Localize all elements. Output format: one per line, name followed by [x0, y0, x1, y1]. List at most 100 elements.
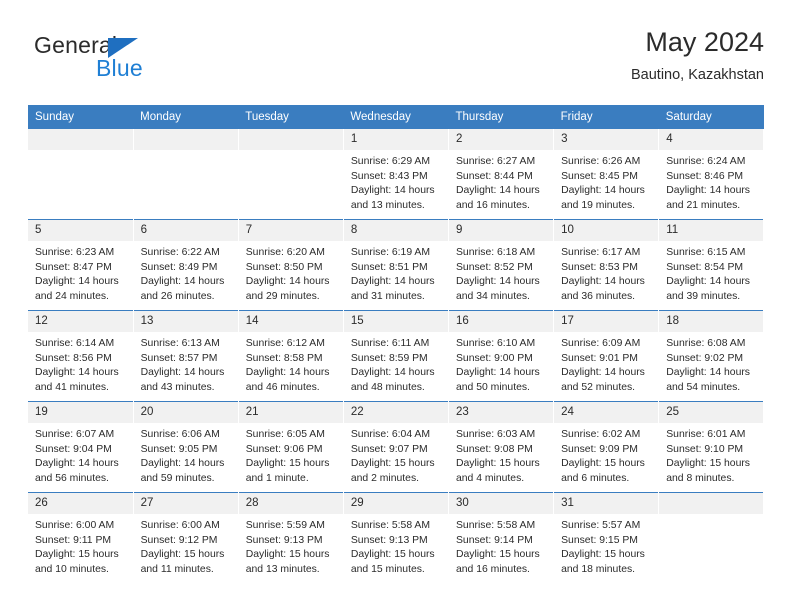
- calendar-day-cell[interactable]: 21 Sunrise: 6:05 AM Sunset: 9:06 PM Dayligh…: [238, 401, 344, 493]
- calendar-day-cell[interactable]: 19 Sunrise: 6:07 AM Sunset: 9:04 PM Dayligh…: [28, 401, 134, 493]
- daylight-text-line2: and 6 minutes.: [561, 472, 630, 484]
- day-number: 22: [343, 402, 448, 423]
- calendar-day-cell-empty: [238, 129, 344, 220]
- calendar-day-cell[interactable]: 14 Sunrise: 6:12 AM Sunset: 8:58 PM Dayligh…: [238, 310, 344, 402]
- page-header: General Blue May 2024 Bautino, Kazakhsta…: [28, 26, 764, 100]
- daylight-text-line1: Daylight: 14 hours: [561, 185, 645, 197]
- sunset-text: Sunset: 9:01 PM: [561, 352, 638, 364]
- sunrise-text: Sunrise: 6:03 AM: [456, 429, 536, 440]
- daylight-text-line1: Daylight: 14 hours: [35, 276, 119, 288]
- calendar-day-cell[interactable]: 23 Sunrise: 6:03 AM Sunset: 9:08 PM Dayligh…: [448, 401, 555, 493]
- day-info: Sunrise: 6:00 AM Sunset: 9:12 PM Daylight:…: [134, 514, 238, 577]
- daylight-text-line1: Daylight: 14 hours: [35, 367, 119, 379]
- sunset-text: Sunset: 8:51 PM: [350, 261, 428, 273]
- calendar-day-cell[interactable]: 7 Sunrise: 6:20 AM Sunset: 8:50 PM Daylight…: [238, 219, 344, 311]
- calendar-day-cell[interactable]: 20 Sunrise: 6:06 AM Sunset: 9:05 PM Dayligh…: [133, 401, 239, 493]
- sunset-text: Sunset: 9:08 PM: [456, 443, 533, 455]
- day-number: 16: [449, 311, 554, 332]
- calendar-day-cell[interactable]: 9 Sunrise: 6:18 AM Sunset: 8:52 PM Daylight…: [448, 219, 555, 311]
- daylight-text-line2: and 4 minutes.: [456, 472, 525, 484]
- calendar-day-cell[interactable]: 8 Sunrise: 6:19 AM Sunset: 8:51 PM Daylight…: [343, 219, 450, 311]
- day-info: Sunrise: 6:11 AM Sunset: 8:59 PM Daylight:…: [344, 332, 448, 395]
- calendar-day-cell[interactable]: 12 Sunrise: 6:14 AM Sunset: 8:56 PM Dayligh…: [28, 310, 134, 402]
- calendar-day-cell[interactable]: 28 Sunrise: 5:59 AM Sunset: 9:13 PM Dayligh…: [238, 492, 344, 583]
- sunrise-text: Sunrise: 6:07 AM: [35, 429, 115, 440]
- day-number: 30: [449, 493, 554, 514]
- calendar-day-cell[interactable]: 31 Sunrise: 5:57 AM Sunset: 9:15 PM Dayligh…: [553, 492, 660, 583]
- daylight-text-line2: and 36 minutes.: [561, 290, 636, 302]
- day-number: 29: [343, 493, 448, 514]
- day-info: Sunrise: 6:06 AM Sunset: 9:05 PM Daylight:…: [134, 423, 238, 486]
- day-info: Sunrise: 6:20 AM Sunset: 8:50 PM Daylight:…: [239, 241, 343, 304]
- calendar-day-cell[interactable]: 17 Sunrise: 6:09 AM Sunset: 9:01 PM Dayligh…: [553, 310, 660, 402]
- day-number: [238, 129, 343, 150]
- day-number: [133, 129, 238, 150]
- day-number: 13: [133, 311, 238, 332]
- calendar-day-cell[interactable]: 29 Sunrise: 5:58 AM Sunset: 9:13 PM Dayligh…: [343, 492, 450, 583]
- sunset-text: Sunset: 8:59 PM: [350, 352, 428, 364]
- daylight-text-line1: Daylight: 14 hours: [456, 276, 540, 288]
- sunrise-text: Sunrise: 6:12 AM: [245, 338, 325, 349]
- sunrise-text: Sunrise: 6:11 AM: [350, 338, 430, 349]
- sunset-text: Sunset: 9:09 PM: [561, 443, 638, 455]
- calendar-day-cell[interactable]: 6 Sunrise: 6:22 AM Sunset: 8:49 PM Daylight…: [133, 219, 239, 311]
- day-info: Sunrise: 6:27 AM Sunset: 8:44 PM Daylight:…: [449, 150, 553, 213]
- calendar-day-cell[interactable]: 22 Sunrise: 6:04 AM Sunset: 9:07 PM Dayligh…: [343, 401, 450, 493]
- day-number: 7: [238, 220, 343, 241]
- daylight-text-line1: Daylight: 14 hours: [140, 367, 225, 379]
- calendar-day-cell[interactable]: 5 Sunrise: 6:23 AM Sunset: 8:47 PM Daylight…: [28, 219, 134, 311]
- daylight-text-line2: and 15 minutes.: [350, 563, 425, 575]
- brand-logo[interactable]: General Blue: [34, 32, 254, 92]
- calendar-day-cell[interactable]: 16 Sunrise: 6:10 AM Sunset: 9:00 PM Dayligh…: [448, 310, 555, 402]
- calendar-day-cell[interactable]: 18 Sunrise: 6:08 AM Sunset: 9:02 PM Dayligh…: [658, 310, 765, 402]
- calendar-day-cell[interactable]: 2 Sunrise: 6:27 AM Sunset: 8:44 PM Daylight…: [448, 129, 555, 220]
- sunrise-text: Sunrise: 6:00 AM: [35, 520, 115, 531]
- calendar-day-cell[interactable]: 26 Sunrise: 6:00 AM Sunset: 9:11 PM Dayligh…: [28, 492, 134, 583]
- weekday-header-friday: Friday: [553, 105, 659, 129]
- calendar-day-cell[interactable]: 25 Sunrise: 6:01 AM Sunset: 9:10 PM Dayligh…: [658, 401, 765, 493]
- calendar-day-cell[interactable]: 24 Sunrise: 6:02 AM Sunset: 9:09 PM Dayligh…: [553, 401, 660, 493]
- daylight-text-line2: and 39 minutes.: [666, 290, 741, 302]
- calendar-day-cell[interactable]: 15 Sunrise: 6:11 AM Sunset: 8:59 PM Dayligh…: [343, 310, 450, 402]
- day-number: 6: [133, 220, 238, 241]
- day-info: Sunrise: 6:23 AM Sunset: 8:47 PM Daylight:…: [28, 241, 133, 304]
- day-number: 21: [238, 402, 343, 423]
- calendar-day-cell[interactable]: 3 Sunrise: 6:26 AM Sunset: 8:45 PM Daylight…: [553, 129, 660, 220]
- calendar-day-cell[interactable]: 1 Sunrise: 6:29 AM Sunset: 8:43 PM Daylight…: [343, 129, 450, 220]
- weekday-header-wednesday: Wednesday: [343, 105, 449, 129]
- calendar-page: General Blue May 2024 Bautino, Kazakhsta…: [0, 0, 792, 612]
- sunset-text: Sunset: 9:07 PM: [350, 443, 428, 455]
- sunset-text: Sunset: 8:50 PM: [245, 261, 323, 273]
- daylight-text-line1: Daylight: 14 hours: [35, 458, 119, 470]
- day-info: Sunrise: 6:02 AM Sunset: 9:09 PM Daylight:…: [554, 423, 658, 486]
- sunrise-text: Sunrise: 5:58 AM: [350, 520, 431, 531]
- page-title: May 2024: [645, 27, 764, 57]
- sunset-text: Sunset: 8:47 PM: [35, 261, 112, 273]
- daylight-text-line2: and 18 minutes.: [561, 563, 636, 575]
- sunset-text: Sunset: 9:11 PM: [35, 534, 112, 546]
- day-number: 2: [449, 129, 554, 150]
- day-number: 28: [238, 493, 343, 514]
- daylight-text-line2: and 50 minutes.: [456, 381, 530, 393]
- sunset-text: Sunset: 9:04 PM: [35, 443, 112, 455]
- day-number: 18: [659, 311, 764, 332]
- daylight-text-line1: Daylight: 14 hours: [666, 367, 750, 379]
- daylight-text-line2: and 48 minutes.: [350, 381, 425, 393]
- day-number: 12: [28, 311, 133, 332]
- calendar-day-cell[interactable]: 30 Sunrise: 5:58 AM Sunset: 9:14 PM Dayligh…: [448, 492, 555, 583]
- sunset-text: Sunset: 8:53 PM: [561, 261, 638, 273]
- day-info: Sunrise: 6:09 AM Sunset: 9:01 PM Daylight:…: [554, 332, 658, 395]
- calendar-day-cell[interactable]: 27 Sunrise: 6:00 AM Sunset: 9:12 PM Dayligh…: [133, 492, 239, 583]
- calendar-day-cell[interactable]: 10 Sunrise: 6:17 AM Sunset: 8:53 PM Dayligh…: [553, 219, 660, 311]
- day-info: Sunrise: 6:07 AM Sunset: 9:04 PM Daylight:…: [28, 423, 133, 486]
- day-info: Sunrise: 6:19 AM Sunset: 8:51 PM Daylight:…: [344, 241, 448, 304]
- calendar-day-cell[interactable]: 4 Sunrise: 6:24 AM Sunset: 8:46 PM Daylight…: [658, 129, 765, 220]
- sunset-text: Sunset: 8:45 PM: [561, 170, 638, 182]
- sunset-text: Sunset: 9:14 PM: [456, 534, 533, 546]
- calendar-body: 1 Sunrise: 6:29 AM Sunset: 8:43 PM Daylight…: [28, 129, 765, 583]
- calendar-day-cell[interactable]: 11 Sunrise: 6:15 AM Sunset: 8:54 PM Dayligh…: [658, 219, 765, 311]
- day-number: 24: [554, 402, 659, 423]
- sunset-text: Sunset: 9:10 PM: [666, 443, 744, 455]
- calendar-day-cell[interactable]: 13 Sunrise: 6:13 AM Sunset: 8:57 PM Dayligh…: [133, 310, 239, 402]
- sunrise-text: Sunrise: 6:05 AM: [245, 429, 325, 440]
